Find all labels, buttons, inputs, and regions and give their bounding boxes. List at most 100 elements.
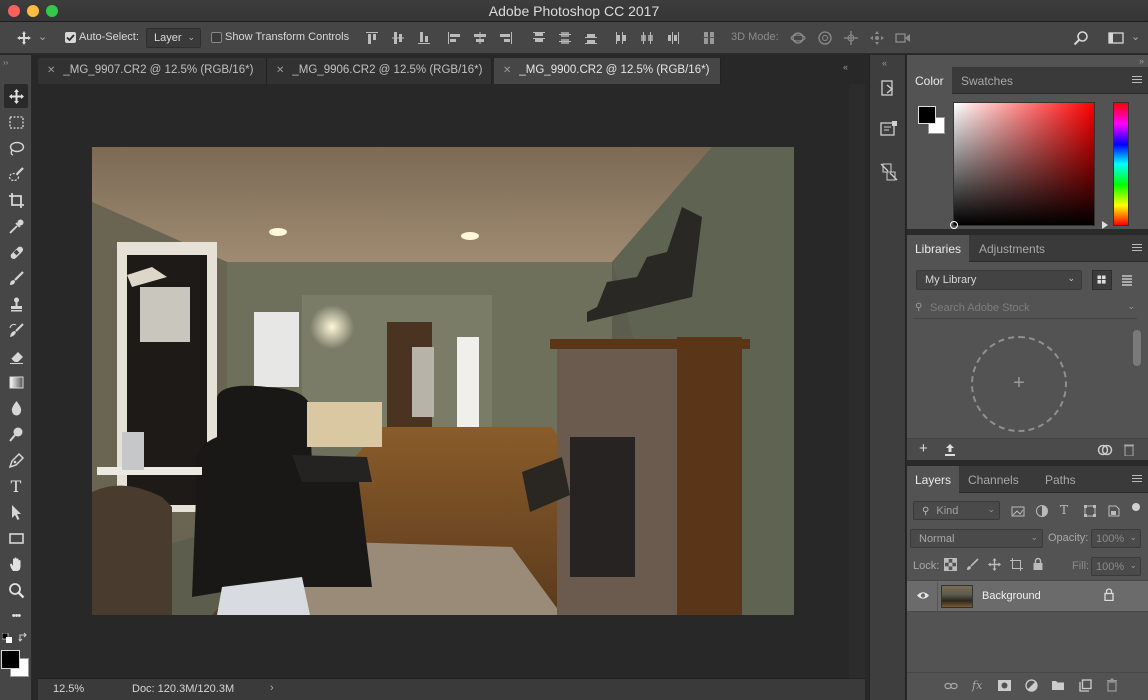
clone-stamp-icon[interactable]: [4, 292, 28, 316]
blend-mode-dropdown[interactable]: Normal ⌄: [910, 529, 1043, 548]
layers-panel-menu-icon[interactable]: [1132, 475, 1142, 483]
fill-input[interactable]: 100% ⌄: [1091, 557, 1141, 576]
eyedropper-icon[interactable]: [4, 214, 28, 238]
eraser-icon[interactable]: [4, 344, 28, 368]
add-content-icon[interactable]: +: [919, 440, 928, 457]
gradient-icon[interactable]: [4, 370, 28, 394]
tab-color[interactable]: Color: [907, 67, 952, 95]
pen-icon[interactable]: [4, 448, 28, 472]
tab-channels[interactable]: Channels: [960, 466, 1027, 493]
align-bottom-icon[interactable]: [416, 30, 432, 46]
rectangular-marquee-icon[interactable]: [4, 110, 28, 134]
auto-select-checkbox[interactable]: [65, 32, 76, 43]
lock-image-pixels-icon[interactable]: [966, 558, 979, 571]
brush-icon[interactable]: [4, 266, 28, 290]
filter-smart-object-icon[interactable]: [1107, 504, 1121, 518]
default-colors-icon[interactable]: [2, 633, 12, 643]
tab-adjustments[interactable]: Adjustments: [971, 235, 1053, 262]
close-icon[interactable]: ✕: [276, 65, 284, 76]
add-to-library-drop-zone[interactable]: +: [971, 336, 1067, 432]
history-panel-icon[interactable]: [879, 79, 899, 99]
tab-layers[interactable]: Layers: [907, 466, 960, 494]
distribute-horizontal-center-icon[interactable]: [639, 30, 655, 46]
dodge-icon[interactable]: [4, 422, 28, 446]
zoom-icon[interactable]: [4, 578, 28, 602]
align-top-icon[interactable]: [364, 30, 380, 46]
move-tool-icon[interactable]: [4, 84, 28, 108]
filter-toggle-icon[interactable]: [1132, 503, 1140, 511]
new-layer-icon[interactable]: [1079, 679, 1092, 692]
move-tool-preset-icon[interactable]: [16, 30, 32, 46]
zoom-level[interactable]: 12.5%: [53, 683, 84, 695]
add-mask-icon[interactable]: [998, 679, 1011, 692]
preset-dropdown-arrow-icon[interactable]: ⌄: [38, 30, 47, 43]
lock-transparent-pixels-icon[interactable]: [944, 558, 957, 571]
link-layers-icon[interactable]: [944, 681, 958, 691]
delete-icon[interactable]: [1123, 443, 1135, 456]
color-picker-cursor[interactable]: [950, 221, 958, 229]
list-view-icon[interactable]: [1117, 270, 1137, 290]
libraries-panel-menu-icon[interactable]: [1132, 244, 1142, 252]
chevron-down-icon[interactable]: ⌄: [1127, 301, 1135, 312]
distribute-left-icon[interactable]: [613, 30, 629, 46]
crop-icon[interactable]: [4, 188, 28, 212]
properties-panel-icon[interactable]: [879, 119, 899, 139]
color-panel-menu-icon[interactable]: [1132, 76, 1142, 84]
hue-slider[interactable]: [1113, 102, 1129, 226]
history-brush-icon[interactable]: [4, 318, 28, 342]
grid-view-icon[interactable]: [1092, 270, 1112, 290]
align-horizontal-center-icon[interactable]: [472, 30, 488, 46]
distribute-bottom-icon[interactable]: [583, 30, 599, 46]
healing-brush-icon[interactable]: [4, 240, 28, 264]
close-icon[interactable]: ✕: [47, 65, 55, 76]
expand-panels-icon[interactable]: «: [882, 58, 887, 68]
new-group-icon[interactable]: [1051, 679, 1065, 691]
status-menu-chevron-icon[interactable]: ›: [270, 682, 274, 694]
filter-pixel-icon[interactable]: [1011, 504, 1025, 518]
lasso-icon[interactable]: [4, 136, 28, 160]
tab-libraries[interactable]: Libraries: [907, 235, 970, 263]
layer-name[interactable]: Background: [982, 590, 1041, 602]
3d-roll-icon[interactable]: [817, 30, 833, 46]
distribute-vertical-center-icon[interactable]: [557, 30, 573, 46]
tab-mg-9900[interactable]: ✕ _MG_9900.CR2 @ 12.5% (RGB/16*): [494, 58, 721, 84]
creative-cloud-sync-icon[interactable]: [1097, 443, 1113, 457]
tab-swatches[interactable]: Swatches: [953, 67, 1021, 94]
document-image[interactable]: [92, 147, 794, 615]
auto-select-target-dropdown[interactable]: Layer ⌄: [146, 28, 201, 48]
auto-align-layers-icon[interactable]: [701, 30, 717, 46]
tab-mg-9906[interactable]: ✕ _MG_9906.CR2 @ 12.5% (RGB/16*): [267, 58, 492, 84]
collapse-panels-icon[interactable]: »: [1139, 56, 1144, 66]
align-right-icon[interactable]: [498, 30, 514, 46]
visibility-eye-icon[interactable]: [916, 590, 930, 601]
rectangle-icon[interactable]: [4, 526, 28, 550]
libraries-scrollbar[interactable]: [1133, 330, 1141, 366]
workspace-chevron-down-icon[interactable]: ⌄: [1131, 30, 1140, 43]
filter-type-icon[interactable]: T: [1060, 503, 1068, 517]
3d-scale-icon[interactable]: [895, 30, 911, 46]
more-tools-icon[interactable]: •••: [4, 604, 28, 628]
blur-icon[interactable]: [4, 396, 28, 420]
3d-pan-icon[interactable]: [843, 30, 859, 46]
lock-all-icon[interactable]: [1032, 557, 1044, 571]
new-adjustment-layer-icon[interactable]: [1025, 679, 1038, 692]
stock-search-field[interactable]: ⚲ Search Adobe Stock ⌄: [913, 299, 1137, 319]
3d-slide-icon[interactable]: [869, 30, 885, 46]
path-selection-icon[interactable]: [4, 500, 28, 524]
hand-icon[interactable]: [4, 552, 28, 576]
align-left-icon[interactable]: [446, 30, 462, 46]
close-icon[interactable]: ✕: [503, 65, 511, 76]
align-vertical-center-icon[interactable]: [390, 30, 406, 46]
tab-paths[interactable]: Paths: [1037, 466, 1084, 493]
vertical-scrollbar[interactable]: [849, 84, 865, 678]
filter-shape-icon[interactable]: [1083, 504, 1097, 518]
search-icon[interactable]: [1073, 30, 1089, 46]
workspace-switcher-icon[interactable]: [1108, 30, 1124, 46]
panel-collapse-icon[interactable]: «: [843, 62, 848, 72]
upload-icon[interactable]: [943, 443, 957, 457]
library-dropdown[interactable]: My Library ⌄: [916, 270, 1082, 290]
quick-selection-icon[interactable]: [4, 162, 28, 186]
type-icon[interactable]: T: [4, 474, 28, 498]
foreground-color-swatch[interactable]: [1, 650, 20, 669]
show-transform-checkbox[interactable]: [211, 32, 222, 43]
